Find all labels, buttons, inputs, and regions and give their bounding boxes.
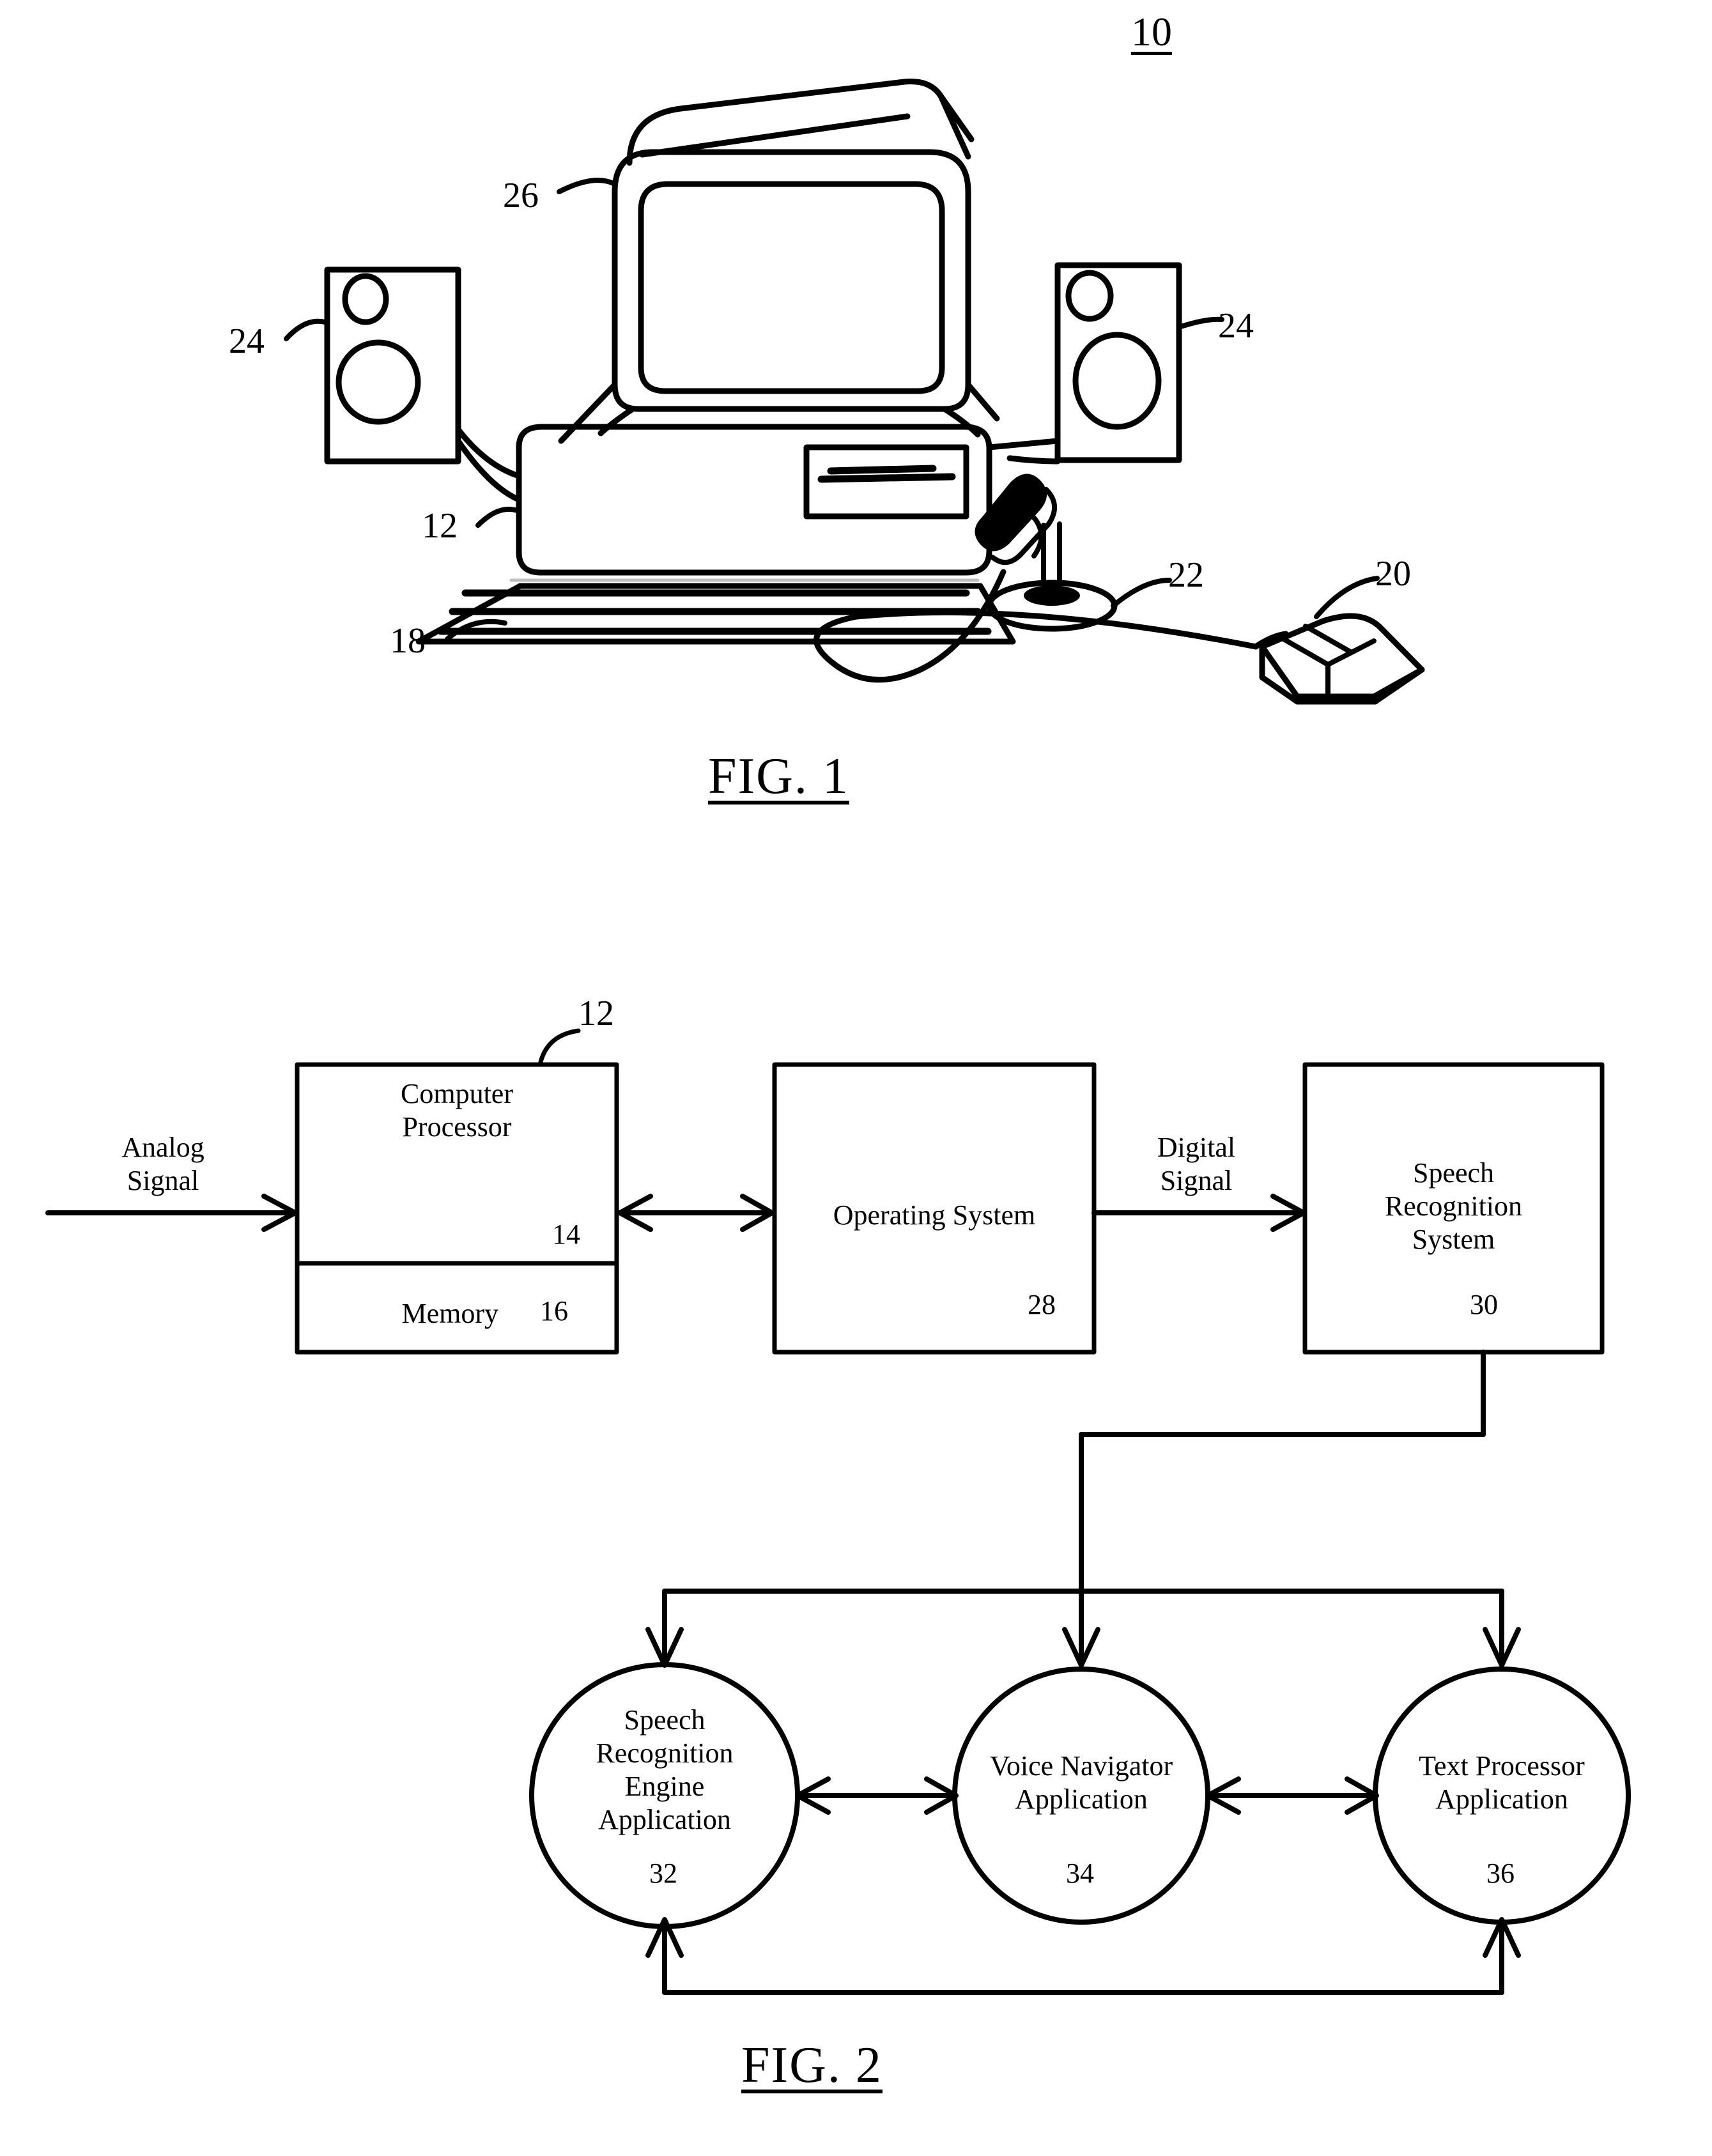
computer-processor-label: Computer Processor xyxy=(401,1078,513,1143)
callout-24-right-speaker: 24 xyxy=(1218,306,1254,346)
analog-signal-label: Analog Signal xyxy=(121,1132,204,1196)
voice-navigator-application-label: Voice Navigator Application xyxy=(989,1750,1173,1815)
callout-24-left-speaker: 24 xyxy=(229,321,265,361)
computer-workstation-illustration xyxy=(284,78,1425,705)
speech-recognition-system-label: Speech Recognition System xyxy=(1384,1157,1523,1255)
callout-20-mouse: 20 xyxy=(1375,554,1411,594)
text-processor-application-label: Text Processor Application xyxy=(1419,1750,1585,1815)
operating-system-numeral: 28 xyxy=(1028,1289,1056,1320)
memory-numeral: 16 xyxy=(540,1295,568,1327)
speech-recognition-engine-application-label: Speech Recognition Engine Application xyxy=(596,1704,734,1835)
callout-18-keyboard: 18 xyxy=(390,621,426,661)
callout-12-computer: 12 xyxy=(422,506,458,546)
callout-22-microphone: 22 xyxy=(1168,555,1204,595)
figure-2-caption: FIG. 2 xyxy=(741,2037,883,2093)
speech-recognition-system-numeral: 30 xyxy=(1470,1289,1498,1320)
block-diagram-lines xyxy=(45,1028,1631,1995)
figure-1: 10 26 24 24 12 18 22 20 FIG. 1 xyxy=(0,0,1712,831)
memory-label: Memory xyxy=(401,1298,498,1329)
text-processor-application-numeral: 36 xyxy=(1486,1858,1515,1889)
callout-12-computer-block: 12 xyxy=(578,994,614,1033)
patent-drawing-sheet: 10 26 24 24 12 18 22 20 FIG. 1 Analog Si… xyxy=(0,0,1712,2156)
operating-system-label: Operating System xyxy=(833,1199,1036,1231)
digital-signal-label: Digital Signal xyxy=(1157,1132,1236,1196)
callout-26-monitor: 26 xyxy=(503,176,539,215)
figure-1-caption: FIG. 1 xyxy=(708,748,849,805)
voice-navigator-application-numeral: 34 xyxy=(1066,1858,1094,1889)
computer-processor-numeral: 14 xyxy=(552,1219,580,1250)
figure-2: Analog Signal Computer Processor 14 12 M… xyxy=(0,946,1712,2156)
speech-recognition-engine-application-numeral: 32 xyxy=(649,1858,677,1889)
